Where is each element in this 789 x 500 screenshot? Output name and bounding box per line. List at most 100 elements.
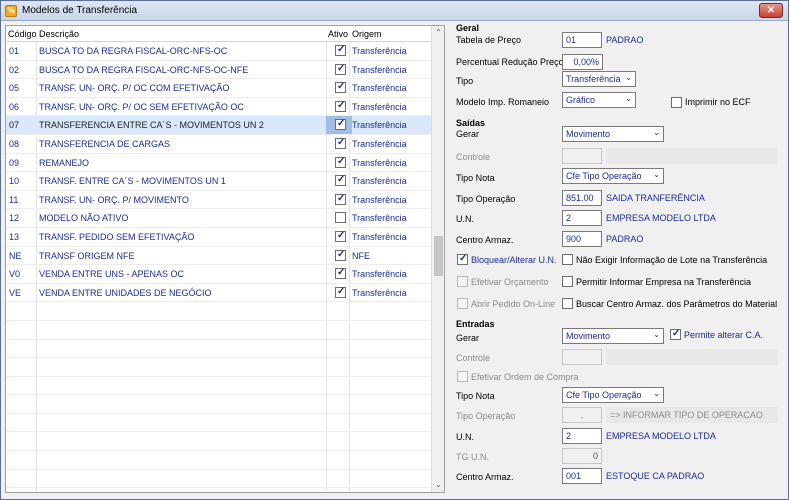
cell-ativo-checkbox[interactable] <box>335 212 346 224</box>
table-row[interactable]: V0 VENDA ENTRE UNS - APENAS OC Transferênc… <box>6 265 432 284</box>
cell-origem[interactable]: Transferência <box>352 269 407 279</box>
cell-origem[interactable]: NFE <box>352 251 370 261</box>
cell-descricao[interactable]: TRANSF. UN- ORÇ. P/ OC SEM EFETIVAÇÃO OC <box>39 102 244 112</box>
cell-ativo-checkbox[interactable] <box>335 81 346 94</box>
table-row[interactable]: 11 TRANSF. UN- ORÇ. P/ MOVIMENTO Transferê… <box>6 191 432 210</box>
table-row[interactable]: 07 TRANSFERENCIA ENTRE CA´S - MOVIMENTOS … <box>6 116 432 135</box>
cell-ativo-checkbox[interactable] <box>335 249 346 261</box>
cell-codigo[interactable]: V0 <box>9 269 20 279</box>
header-ativo[interactable]: Ativo <box>328 29 348 39</box>
empty-row[interactable] <box>6 358 432 377</box>
cell-descricao[interactable]: TRANSF ORIGEM NFE <box>39 251 135 261</box>
cell-ativo-checkbox[interactable] <box>335 267 346 280</box>
cell-origem[interactable]: Transferência <box>352 176 407 186</box>
cell-codigo[interactable]: 08 <box>9 139 19 149</box>
cell-ativo-checkbox[interactable] <box>335 286 346 298</box>
cell-ativo-checkbox[interactable] <box>335 63 346 75</box>
cell-codigo[interactable]: 12 <box>9 213 19 223</box>
empty-row[interactable] <box>6 302 432 321</box>
cell-origem[interactable]: Transferência <box>352 232 407 242</box>
cell-codigo[interactable]: 11 <box>9 195 18 205</box>
cell-codigo[interactable]: 05 <box>9 83 19 93</box>
empty-row[interactable] <box>6 395 432 414</box>
table-row[interactable]: 05 TRANSF. UN- ORÇ. P/ OC COM EFETIVAÇÃO T… <box>6 79 432 98</box>
perc-reducao-input[interactable]: 0,00% <box>562 54 603 70</box>
table-row[interactable]: NE TRANSF ORIGEM NFE NFE <box>6 247 432 266</box>
modelo-select[interactable]: Gráfico ⌄ <box>562 92 636 108</box>
cell-origem[interactable]: Transferência <box>352 83 407 93</box>
saidas-tipo-operacao-input[interactable]: 851.00 <box>562 190 602 206</box>
cell-descricao[interactable]: VENDA ENTRE UNIDADES DE NEGÓCIO <box>39 288 212 298</box>
nao-exigir-lote-checkbox[interactable] <box>562 254 573 265</box>
empty-row[interactable] <box>6 377 432 396</box>
cell-codigo[interactable]: 09 <box>9 158 19 168</box>
table-row[interactable]: 09 REMANEJO Transferência <box>6 154 432 173</box>
cell-codigo[interactable]: 10 <box>9 176 19 186</box>
entradas-centro-input[interactable]: 001 <box>562 468 602 484</box>
empty-row[interactable] <box>6 321 432 340</box>
cell-origem[interactable]: Transferência <box>352 288 407 298</box>
cell-ativo-checkbox[interactable] <box>335 156 346 168</box>
empty-row[interactable] <box>6 340 432 359</box>
cell-ativo-checkbox[interactable] <box>335 44 346 56</box>
scroll-down-icon[interactable]: ⌄ <box>432 478 444 492</box>
permite-alterar-ca-checkbox[interactable] <box>670 328 681 340</box>
cell-descricao[interactable]: TRANSFERENCIA ENTRE CA´S - MOVIMENTOS UN… <box>39 120 264 130</box>
table-row[interactable]: 02 BUSCA TO DA REGRA FISCAL-ORC-NFS-OC-NF… <box>6 61 432 80</box>
cell-descricao[interactable]: TRANSF. UN- ORÇ. P/ OC COM EFETIVAÇÃO <box>39 83 229 93</box>
saidas-un-input[interactable]: 2 <box>562 210 602 226</box>
imprimir-ecf-checkbox[interactable] <box>671 97 682 108</box>
cell-descricao[interactable]: REMANEJO <box>39 158 89 168</box>
cell-ativo-checkbox[interactable] <box>335 174 346 187</box>
cell-origem[interactable]: Transferência <box>352 120 407 130</box>
cell-descricao[interactable]: TRANSF. UN- ORÇ. P/ MOVIMENTO <box>39 195 189 205</box>
table-row[interactable]: VE VENDA ENTRE UNIDADES DE NEGÓCIO Transfe… <box>6 284 432 303</box>
cell-codigo[interactable]: 13 <box>9 232 19 242</box>
entradas-gerar-select[interactable]: Movimento ⌄ <box>562 328 664 344</box>
empty-row[interactable] <box>6 470 432 489</box>
entradas-tipo-nota-select[interactable]: Cfe Tipo Operação ⌄ <box>562 387 664 403</box>
saidas-centro-input[interactable]: 900 <box>562 231 602 247</box>
table-row[interactable]: 10 TRANSF. ENTRE CA´S - MOVIMENTOS UN 1 Tr… <box>6 172 432 191</box>
cell-codigo[interactable]: VE <box>9 288 21 298</box>
cell-ativo-checkbox[interactable] <box>335 137 346 149</box>
cell-origem[interactable]: Transferência <box>352 65 407 75</box>
table-row[interactable]: 12 MODELO NÃO ATIVO Transferência <box>6 209 432 228</box>
cell-ativo-checkbox[interactable] <box>335 230 346 242</box>
cell-origem[interactable]: Transferência <box>352 102 407 112</box>
header-origem[interactable]: Origem <box>352 29 382 39</box>
scroll-up-icon[interactable]: ⌃ <box>432 26 444 40</box>
cell-origem[interactable]: Transferência <box>352 46 407 56</box>
cell-ativo-checkbox[interactable] <box>335 100 346 112</box>
cell-ativo-checkbox[interactable] <box>335 193 346 205</box>
saidas-gerar-select[interactable]: Movimento ⌄ <box>562 126 664 142</box>
table-row[interactable]: 13 TRANSF. PEDIDO SEM EFETIVAÇÃO Transferê… <box>6 228 432 247</box>
cell-origem[interactable]: Transferência <box>352 139 407 149</box>
cell-codigo[interactable]: 01 <box>9 46 19 56</box>
tabela-preco-input[interactable]: 01 <box>562 32 602 48</box>
buscar-centro-checkbox[interactable] <box>562 298 573 309</box>
tipo-select[interactable]: Transferência ⌄ <box>562 71 636 87</box>
cell-ativo-checkbox[interactable] <box>335 118 346 131</box>
cell-codigo[interactable]: 02 <box>9 65 19 75</box>
close-button[interactable]: ✕ <box>759 3 783 18</box>
scroll-thumb[interactable] <box>434 236 443 276</box>
table-row[interactable]: 06 TRANSF. UN- ORÇ. P/ OC SEM EFETIVAÇÃO … <box>6 98 432 117</box>
bloquear-un-checkbox[interactable] <box>457 253 468 265</box>
cell-codigo[interactable]: NE <box>9 251 22 261</box>
empty-row[interactable] <box>6 414 432 433</box>
cell-descricao[interactable]: TRANSF. PEDIDO SEM EFETIVAÇÃO <box>39 232 194 242</box>
cell-descricao[interactable]: MODELO NÃO ATIVO <box>39 213 128 223</box>
cell-descricao[interactable]: TRANSFERENCIA DE CARGAS <box>39 139 170 149</box>
cell-codigo[interactable]: 07 <box>9 120 19 130</box>
header-descricao[interactable]: Descrição <box>39 29 79 39</box>
empty-row[interactable] <box>6 432 432 452</box>
cell-descricao[interactable]: BUSCA TO DA REGRA FISCAL-ORC-NFS-OC <box>39 46 227 56</box>
cell-origem[interactable]: Transferência <box>352 158 407 168</box>
cell-codigo[interactable]: 06 <box>9 102 19 112</box>
permitir-empresa-checkbox[interactable] <box>562 276 573 287</box>
empty-row[interactable] <box>6 451 432 470</box>
models-grid[interactable]: Código Descrição Ativo Origem 01 BUSCA TO… <box>5 25 445 493</box>
cell-origem[interactable]: Transferência <box>352 195 407 205</box>
cell-origem[interactable]: Transferência <box>352 213 407 223</box>
